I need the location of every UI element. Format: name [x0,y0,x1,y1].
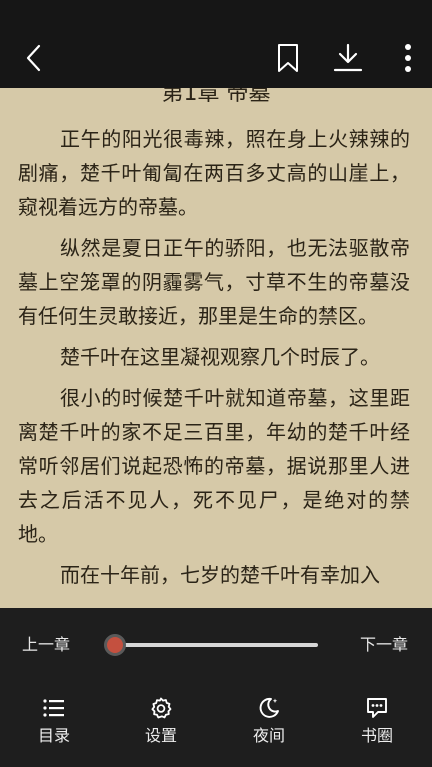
paragraph: 而在十年前，七岁的楚千叶有幸加入 [60,563,380,587]
more-vertical-icon [405,44,411,72]
paragraph: 正午的阳光很毒辣，照在身上火辣辣的剧痛，楚千叶匍匐在两百多丈高的山崖上，窥视着远… [18,127,410,219]
slider-track[interactable] [114,643,318,647]
paragraph: 楚千叶在这里凝视观察几个时辰了。 [60,345,380,369]
bookmark-icon [278,44,298,72]
list-icon [43,699,64,717]
moon-icon [259,697,279,718]
tab-book-circle[interactable]: 书圈 [342,696,412,754]
prev-chapter-button[interactable]: 上一章 [22,634,70,656]
tab-settings[interactable]: 设置 [126,696,196,754]
tab-catalog[interactable]: 目录 [19,696,89,754]
bottom-tabbar: 目录 设置 夜间 书圈 [0,696,432,756]
tab-label: 夜间 [252,726,285,745]
top-toolbar [0,0,432,88]
bottom-panel: 上一章 下一章 目录 设置 夜间 书圈 [0,608,432,767]
reader-screen: 第1章 帝墓 正午的阳光很毒辣，照在身上火辣辣的剧痛，楚千叶匍匐在两百多丈高的山… [0,0,432,767]
progress-slider[interactable] [104,634,318,656]
tab-label: 设置 [144,726,177,745]
gear-icon [151,697,172,719]
download-icon [333,43,363,72]
download-button[interactable] [328,38,368,78]
bookmark-button[interactable] [268,38,308,78]
tab-label: 书圈 [360,726,393,745]
chat-bubble-icon [367,698,387,718]
back-button[interactable] [14,38,54,78]
slider-thumb[interactable] [104,634,126,656]
paragraph: 很小的时候楚千叶就知道帝墓，这里距离楚千叶的家不足三百里，年幼的楚千叶经常听邻居… [18,386,410,546]
chapter-navigation: 上一章 下一章 [0,608,432,682]
next-chapter-button[interactable]: 下一章 [360,634,408,656]
more-button[interactable] [388,38,428,78]
chapter-content: 正午的阳光很毒辣，照在身上火辣辣的剧痛，楚千叶匍匐在两百多丈高的山崖上，窥视着远… [18,122,410,599]
reading-page[interactable]: 第1章 帝墓 正午的阳光很毒辣，照在身上火辣辣的剧痛，楚千叶匍匐在两百多丈高的山… [0,88,432,608]
tab-label: 目录 [37,726,70,745]
paragraph: 纵然是夏日正午的骄阳，也无法驱散帝墓上空笼罩的阴霾雾气，寸草不生的帝墓没有任何生… [18,236,410,328]
back-arrow-icon [26,44,41,72]
tab-night-mode[interactable]: 夜间 [234,696,304,754]
chapter-title: 第1章 帝墓 [161,88,271,106]
